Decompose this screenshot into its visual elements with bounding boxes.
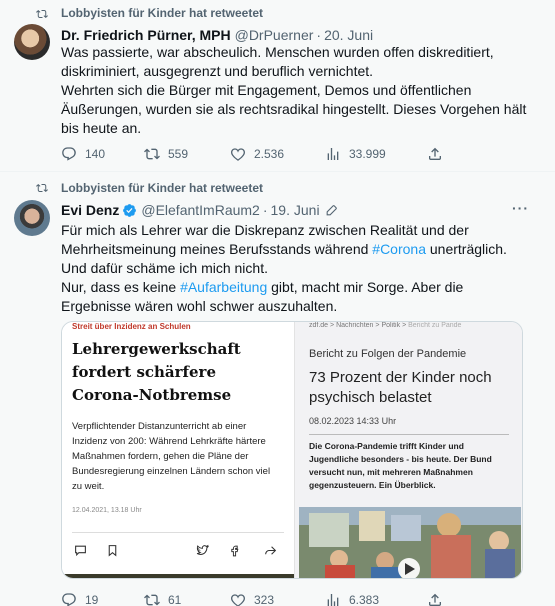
article-kicker: Streit über Inzidenz an Schulen [72, 322, 191, 331]
tweet-date[interactable]: 20. Juni [324, 27, 373, 43]
tweet-2[interactable]: Lobbyisten für Kinder hat retweetet Evi … [0, 172, 555, 606]
classroom-photo [299, 507, 521, 578]
breadcrumb: zdf.de > Nachrichten > Politik > Bericht… [309, 322, 462, 329]
text-line: Wehrten sich die Bürger mit Engagement, … [61, 82, 472, 98]
twitter-bird-icon [196, 544, 209, 555]
author-handle[interactable]: @ElefantImRaum2 [141, 202, 259, 218]
retweet-label[interactable]: Lobbyisten für Kinder hat retweetet [61, 6, 263, 20]
hashtag-corona[interactable]: #Corona [372, 241, 426, 257]
author-name[interactable]: Dr. Friedrich Pürner, MPH [61, 27, 231, 43]
verified-badge-icon [123, 203, 137, 217]
heart-icon [231, 594, 245, 606]
analytics-icon [327, 594, 339, 606]
article-title: 73 Prozent der Kinder noch psychisch bel… [309, 369, 492, 406]
reply-count: 19 [85, 593, 99, 606]
facebook-icon [231, 545, 239, 557]
text-line: Für mich als Lehrer war die Diskrepanz z… [61, 222, 469, 238]
avatar[interactable] [14, 24, 50, 60]
share-arrow-icon [265, 546, 277, 555]
text-line: Nur, dass es keine #Aufarbeitung gibt, m… [61, 279, 464, 295]
tweet-header: Evi Denz @ElefantImRaum2 · 19. Juni [61, 202, 338, 218]
hashtag-aufarbeitung[interactable]: #Aufarbeitung [180, 279, 267, 295]
separator: · [316, 27, 322, 43]
article-timestamp: 12.04.2021, 13.18 Uhr [72, 507, 142, 514]
tweet-actions: 140 559 2.536 33.999 [61, 146, 501, 164]
text-line: Und dafür schäme ich mich nicht. [61, 260, 268, 276]
analytics-icon [327, 148, 339, 160]
view-count: 33.999 [349, 147, 386, 161]
view-count: 6.383 [349, 593, 380, 606]
like-count: 323 [254, 593, 275, 606]
article-screenshot-left: Streit über Inzidenz an Schulen Lehrerge… [62, 322, 294, 578]
author-name[interactable]: Evi Denz [61, 202, 119, 218]
bookmark-icon [108, 545, 117, 557]
like-button[interactable]: 323 [230, 592, 274, 606]
text-line: bis heute an. [61, 120, 142, 136]
article-screenshot-right: zdf.de > Nachrichten > Politik > Bericht… [294, 322, 522, 578]
edit-pencil-icon[interactable] [325, 204, 338, 217]
tweet-1[interactable]: Lobbyisten für Kinder hat retweetet Dr. … [0, 0, 555, 172]
text-line: Mehrheitsmeinung meines Berufsstands wäh… [61, 241, 507, 257]
separator: · [262, 202, 268, 218]
article-date: 08.02.2023 14:33 Uhr [309, 416, 397, 426]
share-button[interactable] [427, 592, 451, 606]
views-button[interactable]: 33.999 [325, 146, 386, 162]
reply-button[interactable]: 19 [61, 592, 98, 606]
tweet-text: Was passierte, war abscheulich. Menschen… [61, 43, 531, 138]
like-count: 2.536 [254, 147, 285, 161]
retweet-indicator-icon [36, 183, 48, 193]
views-button[interactable]: 6.383 [325, 592, 379, 606]
tweet-header: Dr. Friedrich Pürner, MPH @DrPuerner · 2… [61, 27, 373, 43]
retweet-label[interactable]: Lobbyisten für Kinder hat retweetet [61, 181, 263, 195]
reply-icon [62, 593, 76, 606]
text-line: Äußerungen, wurden sie als rechtsradikal… [61, 101, 527, 117]
article-lead: Die Corona-Pandemie trifft Kinder und Ju… [309, 441, 492, 490]
heart-icon [231, 148, 245, 161]
retweet-count: 61 [168, 593, 182, 606]
retweet-icon [144, 148, 160, 160]
reply-button[interactable]: 140 [61, 146, 105, 162]
divider [72, 532, 284, 533]
text-line: Ergebnisse wären wohl schwer auszuhalten… [61, 298, 338, 314]
retweet-icon [144, 594, 160, 606]
article-kicker: Bericht zu Folgen der Pandemie [309, 348, 467, 360]
article-share-row [74, 544, 284, 558]
share-icon [429, 593, 441, 606]
author-handle[interactable]: @DrPuerner [235, 27, 314, 43]
comment-icon [75, 545, 86, 557]
divider [309, 434, 509, 435]
text-line: Was passierte, war abscheulich. Menschen… [61, 44, 494, 60]
more-options-button[interactable]: ··· [512, 200, 529, 216]
attached-image[interactable]: Streit über Inzidenz an Schulen Lehrerge… [61, 321, 523, 579]
image-bottom-strip [62, 574, 294, 578]
tweet-text: Für mich als Lehrer war die Diskrepanz z… [61, 221, 531, 316]
retweet-indicator-icon [36, 9, 48, 19]
like-button[interactable]: 2.536 [230, 146, 284, 162]
share-icon [429, 147, 441, 160]
retweet-count: 559 [168, 147, 189, 161]
reply-count: 140 [85, 147, 106, 161]
article-lead: Verpflichtender Distanzunterricht ab ein… [72, 421, 271, 492]
avatar[interactable] [14, 200, 50, 236]
article-headline: Lehrergewerkschaft fordert schärfere Cor… [72, 340, 241, 404]
share-button[interactable] [427, 146, 451, 162]
retweet-button[interactable]: 559 [144, 146, 188, 162]
tweet-date[interactable]: 19. Juni [271, 202, 320, 218]
reply-icon [62, 147, 76, 161]
text-line: diskriminiert, ausgegrenzt und beruflich… [61, 63, 374, 79]
retweet-button[interactable]: 61 [144, 592, 181, 606]
tweet-actions: 19 61 323 6.383 [61, 592, 501, 606]
